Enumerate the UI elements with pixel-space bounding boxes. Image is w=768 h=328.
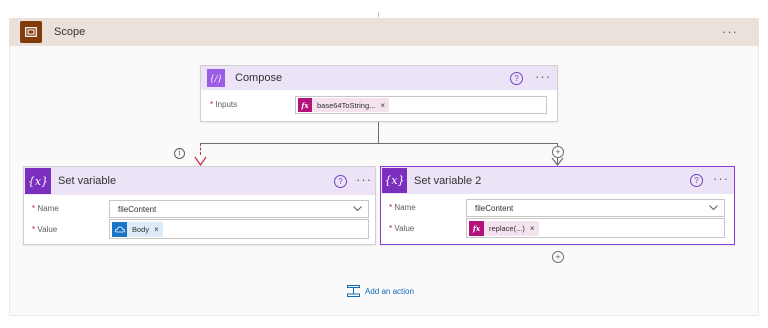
set-variable-2-help-icon[interactable]: ? — [690, 174, 703, 187]
set-variable-header[interactable]: {x} Set variable — [24, 167, 375, 195]
set-variable-2-more-button[interactable]: ··· — [713, 171, 729, 186]
compose-inputs-label: * Inputs — [210, 100, 238, 109]
connector-vertical — [378, 122, 379, 144]
value-field[interactable]: Body × — [109, 219, 369, 239]
name-value: fileContent — [118, 204, 157, 214]
add-action-button[interactable]: Add an action — [347, 285, 414, 297]
compose-header[interactable]: {/} Compose — [201, 66, 557, 90]
remove-token-icon[interactable]: × — [380, 101, 385, 110]
compose-inputs-field[interactable]: fx base64ToString... × — [295, 96, 547, 114]
onedrive-icon — [112, 221, 127, 237]
compose-help-icon[interactable]: ? — [510, 72, 523, 85]
dynamic-content-token[interactable]: Body × — [112, 221, 163, 237]
expression-token[interactable]: fx base64ToString... × — [298, 98, 390, 112]
set-variable-title: Set variable — [58, 175, 117, 187]
name-label: * Name — [32, 204, 59, 213]
set-variable-help-icon[interactable]: ? — [334, 175, 347, 188]
info-icon[interactable]: i — [174, 148, 185, 159]
set-variable-2-title: Set variable 2 — [414, 174, 482, 187]
set-variable-more-button[interactable]: ··· — [356, 172, 372, 187]
set-variable-2-card[interactable]: {x} Set variable 2 ? ··· * Name fileCont… — [380, 166, 735, 245]
expression-token[interactable]: fx replace(...) × — [469, 220, 539, 236]
compose-more-button[interactable]: ··· — [535, 69, 551, 84]
set-variable-2-header[interactable]: {x} Set variable 2 — [381, 167, 734, 194]
replace-token-label: replace(...) — [489, 223, 525, 233]
fx-icon: fx — [298, 98, 312, 112]
chevron-down-icon — [353, 206, 362, 212]
compose-card[interactable]: {/} Compose ? ··· * Inputs fx base64ToSt… — [200, 65, 558, 122]
variable-icon: {x} — [25, 168, 51, 194]
value-field[interactable]: fx replace(...) × — [466, 218, 725, 238]
compose-token-label: base64ToString... — [317, 100, 376, 110]
scope-icon — [20, 21, 42, 43]
value-label: * Value — [32, 225, 58, 234]
add-action-icon — [347, 285, 360, 297]
compose-title: Compose — [235, 72, 283, 84]
variable-icon: {x} — [382, 168, 407, 193]
set-variable-card[interactable]: {x} Set variable ? ··· * Name fileConten… — [23, 166, 376, 245]
fx-icon: fx — [469, 220, 484, 236]
add-step-plus-icon[interactable]: + — [552, 251, 564, 263]
chevron-down-icon — [709, 205, 718, 211]
top-connector-line — [378, 12, 379, 17]
scope-title: Scope — [54, 26, 86, 38]
remove-token-icon[interactable]: × — [154, 225, 159, 234]
name-value: fileContent — [475, 203, 514, 213]
scope-header[interactable]: Scope — [9, 18, 759, 46]
value-label: * Value — [389, 224, 415, 233]
body-token-label: Body — [132, 224, 150, 234]
add-action-label: Add an action — [365, 286, 414, 296]
remove-token-icon[interactable]: × — [530, 224, 535, 233]
name-dropdown[interactable]: fileContent — [466, 199, 725, 217]
connector-horizontal — [200, 143, 558, 144]
scope-more-button[interactable]: ··· — [722, 24, 738, 39]
name-dropdown[interactable]: fileContent — [109, 200, 369, 218]
name-label: * Name — [389, 203, 416, 212]
compose-icon: {/} — [207, 69, 225, 87]
